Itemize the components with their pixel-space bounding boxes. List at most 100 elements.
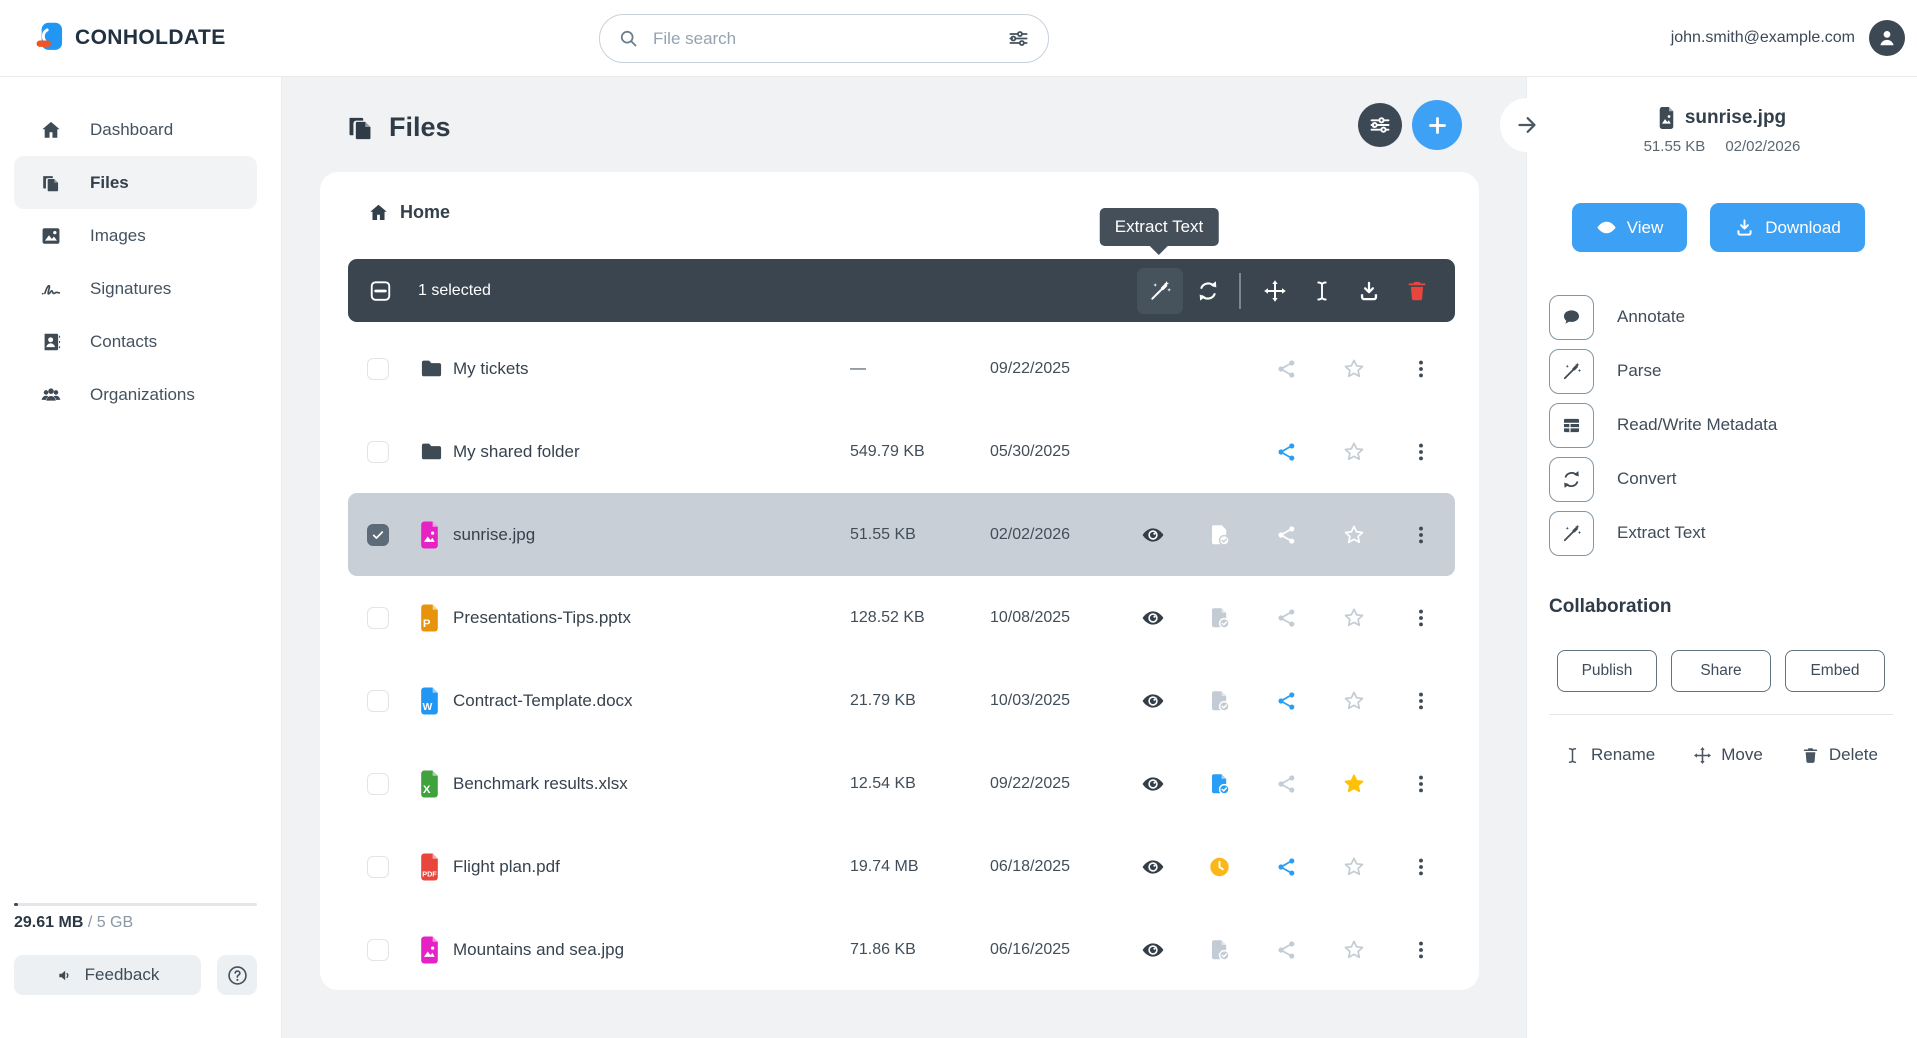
sidebar-item-organizations[interactable]: Organizations <box>14 368 257 421</box>
status-icon[interactable] <box>1208 523 1232 547</box>
table-row[interactable]: My tickets—09/22/2025 <box>348 327 1455 410</box>
status-icon[interactable] <box>1208 606 1232 630</box>
preview-eye-icon[interactable] <box>1141 689 1165 713</box>
refresh-icon <box>1549 457 1594 502</box>
more-actions-icon[interactable] <box>1410 690 1432 712</box>
star-icon[interactable] <box>1342 772 1366 796</box>
share-icon[interactable] <box>1276 607 1298 629</box>
more-actions-icon[interactable] <box>1410 607 1432 629</box>
move-button[interactable]: Move <box>1693 745 1763 765</box>
convert-action[interactable]: Convert <box>1549 452 1777 506</box>
row-checkbox[interactable] <box>367 441 389 463</box>
user-avatar[interactable] <box>1869 20 1905 56</box>
star-icon[interactable] <box>1342 689 1366 713</box>
table-row[interactable]: Mountains and sea.jpg71.86 KB06/16/2025 <box>348 908 1455 991</box>
share-icon[interactable] <box>1276 690 1298 712</box>
sidebar-item-dashboard[interactable]: Dashboard <box>14 103 257 156</box>
status-icon[interactable] <box>1208 938 1232 962</box>
table-row[interactable]: Benchmark results.xlsx12.54 KB09/22/2025 <box>348 742 1455 825</box>
delete-button[interactable] <box>1405 279 1429 303</box>
share-icon[interactable] <box>1276 358 1298 380</box>
download-button[interactable]: Download <box>1710 203 1865 252</box>
read-write-metadata-action[interactable]: Read/Write Metadata <box>1549 398 1777 452</box>
help-button[interactable] <box>217 955 257 995</box>
move-button[interactable] <box>1263 279 1287 303</box>
search-input[interactable] <box>651 28 995 50</box>
image-file-icon <box>1658 107 1675 129</box>
more-actions-icon[interactable] <box>1410 939 1432 961</box>
add-file-button[interactable] <box>1412 100 1462 150</box>
app-window: CONHOLDATE john.smith@example.com Dashbo… <box>0 0 1917 1038</box>
file-date: 10/03/2025 <box>990 692 1070 710</box>
share-icon[interactable] <box>1276 441 1298 463</box>
status-icon[interactable] <box>1208 689 1232 713</box>
more-actions-icon[interactable] <box>1410 856 1432 878</box>
file-size: 549.79 KB <box>850 443 925 461</box>
sidebar-item-files[interactable]: Files <box>14 156 257 209</box>
preview-eye-icon[interactable] <box>1141 855 1165 879</box>
select-all-checkbox[interactable] <box>368 278 393 303</box>
table-row[interactable]: Contract-Template.docx21.79 KB10/03/2025 <box>348 659 1455 742</box>
sidebar-item-images[interactable]: Images <box>14 209 257 262</box>
preview-eye-icon[interactable] <box>1141 772 1165 796</box>
row-checkbox[interactable] <box>367 607 389 629</box>
view-button[interactable]: View <box>1572 203 1687 252</box>
extract-text-button[interactable] <box>1148 279 1172 303</box>
publish-button[interactable]: Publish <box>1557 650 1657 692</box>
more-actions-icon[interactable] <box>1410 441 1432 463</box>
sidebar-item-signatures[interactable]: Signatures <box>14 262 257 315</box>
file-size: 19.74 MB <box>850 858 918 876</box>
extract-text-action[interactable]: Extract Text <box>1549 506 1777 560</box>
search-bar[interactable] <box>599 14 1049 63</box>
details-actions: AnnotateParseRead/Write MetadataConvertE… <box>1549 290 1777 560</box>
convert-button[interactable] <box>1196 279 1220 303</box>
embed-button[interactable]: Embed <box>1785 650 1885 692</box>
list-settings-button[interactable] <box>1358 103 1402 147</box>
more-actions-icon[interactable] <box>1410 358 1432 380</box>
parse-action[interactable]: Parse <box>1549 344 1777 398</box>
feedback-button[interactable]: Feedback <box>14 955 201 995</box>
row-checkbox[interactable] <box>367 690 389 712</box>
share-icon[interactable] <box>1276 773 1298 795</box>
row-checkbox[interactable] <box>367 358 389 380</box>
row-checkbox[interactable] <box>367 773 389 795</box>
table-row[interactable]: sunrise.jpg51.55 KB02/02/2026 <box>348 493 1455 576</box>
rename-button[interactable] <box>1310 279 1334 303</box>
sidebar-item-contacts[interactable]: Contacts <box>14 315 257 368</box>
preview-eye-icon[interactable] <box>1141 606 1165 630</box>
share-icon[interactable] <box>1276 524 1298 546</box>
preview-eye-icon[interactable] <box>1141 523 1165 547</box>
share-button[interactable]: Share <box>1671 650 1771 692</box>
row-checkbox[interactable] <box>367 524 389 546</box>
table-row[interactable]: My shared folder549.79 KB05/30/2025 <box>348 410 1455 493</box>
share-icon[interactable] <box>1276 939 1298 961</box>
file-size: 128.52 KB <box>850 609 925 627</box>
share-icon[interactable] <box>1276 856 1298 878</box>
star-icon[interactable] <box>1342 855 1366 879</box>
rename-button[interactable]: Rename <box>1563 745 1655 765</box>
status-icon[interactable] <box>1208 772 1232 796</box>
file-name: Benchmark results.xlsx <box>453 774 628 794</box>
table-row[interactable]: Presentations-Tips.pptx128.52 KB10/08/20… <box>348 576 1455 659</box>
star-icon[interactable] <box>1342 938 1366 962</box>
star-icon[interactable] <box>1342 606 1366 630</box>
annotate-action[interactable]: Annotate <box>1549 290 1777 344</box>
preview-eye-icon[interactable] <box>1141 938 1165 962</box>
row-checkbox[interactable] <box>367 939 389 961</box>
more-actions-icon[interactable] <box>1410 773 1432 795</box>
star-icon[interactable] <box>1342 523 1366 547</box>
row-checkbox[interactable] <box>367 856 389 878</box>
star-icon[interactable] <box>1342 440 1366 464</box>
search-filters-icon[interactable] <box>1007 27 1030 50</box>
more-actions-icon[interactable] <box>1410 524 1432 546</box>
breadcrumb[interactable]: Home <box>368 202 450 223</box>
delete-button[interactable]: Delete <box>1801 745 1878 765</box>
details-file-date: 02/02/2026 <box>1725 138 1800 155</box>
file-list: My tickets—09/22/2025My shared folder549… <box>348 327 1455 991</box>
folder-file-icon <box>419 439 444 464</box>
brand[interactable]: CONHOLDATE <box>34 0 226 76</box>
star-icon[interactable] <box>1342 357 1366 381</box>
status-icon[interactable] <box>1208 855 1231 878</box>
table-row[interactable]: Flight plan.pdf19.74 MB06/18/2025 <box>348 825 1455 908</box>
download-button[interactable] <box>1357 279 1381 303</box>
